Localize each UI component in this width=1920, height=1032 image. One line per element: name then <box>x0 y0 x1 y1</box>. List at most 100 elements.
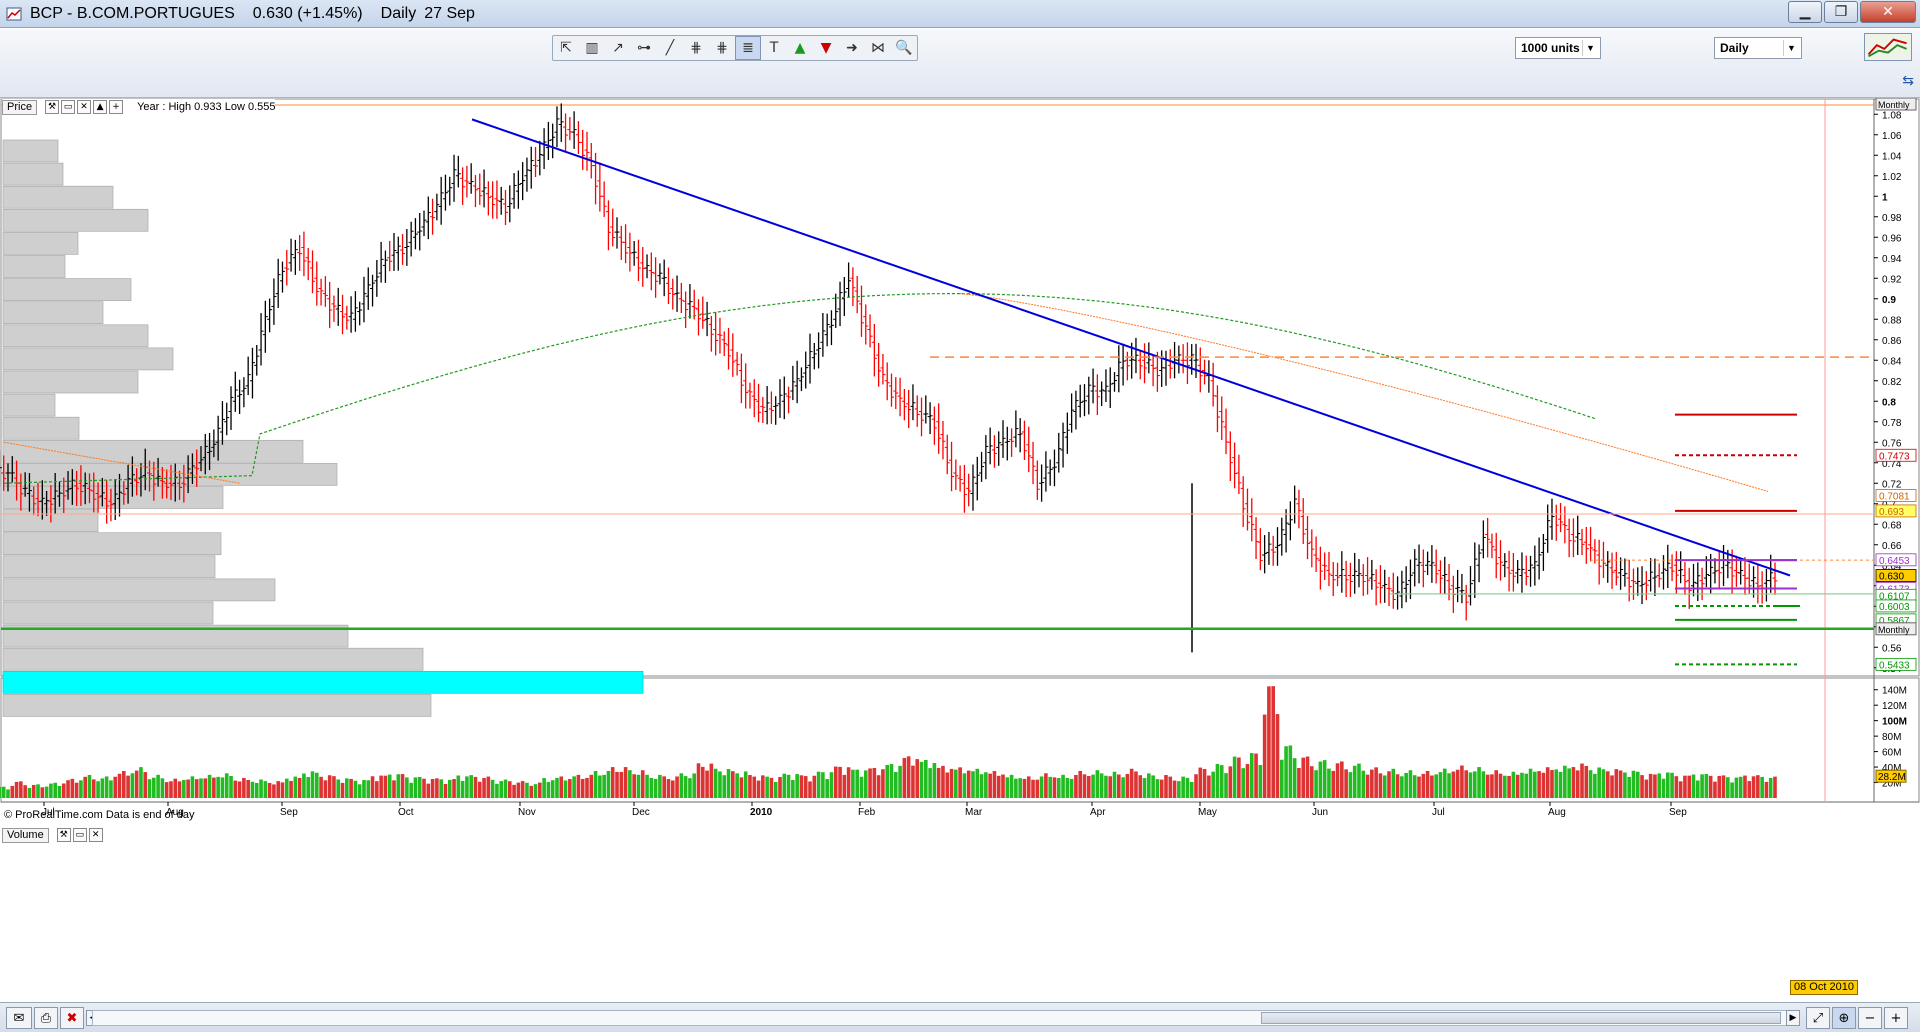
volume-bar <box>876 775 881 798</box>
volume-bar <box>842 774 847 798</box>
price-bar <box>820 312 826 357</box>
price-bar <box>661 259 667 297</box>
timeframe-select[interactable]: Daily ▼ <box>1714 37 1802 59</box>
volume-bar <box>426 783 431 798</box>
horizontal-line-icon[interactable]: ⊶ <box>631 36 657 60</box>
arrow-tool-icon[interactable]: ➜ <box>839 36 865 60</box>
wrench-icon[interactable]: ⚒ <box>56 828 71 842</box>
volume-bar <box>1361 770 1366 798</box>
add-icon[interactable]: + <box>109 100 124 114</box>
channel-icon[interactable]: ≣ <box>735 36 761 60</box>
price-bar <box>1240 476 1246 527</box>
price-bar <box>477 173 483 205</box>
price-bar <box>991 435 997 468</box>
zoom-fit-icon[interactable]: ⤢ <box>1806 1007 1830 1029</box>
price-bar <box>438 176 444 225</box>
scroll-right-icon[interactable]: ▶ <box>1786 1010 1800 1026</box>
close-icon[interactable]: ✕ <box>88 828 103 842</box>
volume-bar <box>954 769 958 798</box>
volume-profile-bar <box>2 324 149 348</box>
mail-icon[interactable]: ✉ <box>6 1007 32 1029</box>
close-button[interactable]: ✕ <box>1860 1 1916 23</box>
zoom-out-icon[interactable]: − <box>1858 1007 1882 1029</box>
trend-arrow-icon[interactable]: ↗ <box>605 36 631 60</box>
wrench-icon[interactable]: ⚒ <box>45 100 60 114</box>
volume-bar <box>66 780 70 798</box>
price-bar <box>807 333 813 384</box>
price-bar <box>1283 509 1289 553</box>
price-bar <box>1077 384 1083 418</box>
volume-bar <box>752 776 757 798</box>
zoom-area-icon[interactable]: ⊕ <box>1832 1007 1856 1029</box>
print-icon[interactable]: ⎙ <box>34 1007 58 1029</box>
price-tick-label: 0.76 <box>1882 438 1902 449</box>
buy-arrow-icon[interactable]: ▲ <box>787 36 813 60</box>
toolbar: ⇱ ▥ ↗ ⊶ ╱ ⋕ ⋕ ≣ T ▲ ▼ ➜ ⋈ 🔍 1000 units ▼ Daily ▼ ⇆ <box>0 29 1920 98</box>
price-bar <box>803 351 809 389</box>
price-bar <box>1502 553 1508 578</box>
pattern-icon[interactable]: ⋈ <box>865 36 891 60</box>
volume-bar <box>1447 773 1451 798</box>
price-bar <box>1639 566 1645 605</box>
chart-canvas[interactable]: 1.081.061.041.0210.980.960.940.920.90.88… <box>0 97 1920 1002</box>
volume-bar <box>212 777 216 798</box>
moving-average-orange <box>959 293 1769 492</box>
volume-bar <box>1610 775 1614 798</box>
delete-icon[interactable]: ✖ <box>60 1007 84 1029</box>
pointer-icon[interactable]: ⇱ <box>553 36 579 60</box>
volume-bar <box>1018 778 1022 798</box>
price-bar <box>1322 552 1328 581</box>
price-bar <box>1124 351 1130 381</box>
volume-bar <box>53 782 57 798</box>
volume-bar <box>134 770 139 798</box>
volume-bar <box>1408 770 1413 798</box>
price-bar <box>1094 374 1100 416</box>
price-bar <box>1630 568 1636 600</box>
scrollbar-thumb[interactable] <box>1261 1012 1781 1024</box>
volume-bar <box>387 774 392 798</box>
fan-icon[interactable]: ⋕ <box>709 36 735 60</box>
volume-bar <box>1593 773 1597 798</box>
maximize-button[interactable]: ❐ <box>1824 1 1858 23</box>
ruler-icon[interactable]: ▥ <box>579 36 605 60</box>
horizontal-scrollbar[interactable] <box>92 1010 1792 1026</box>
price-bar <box>1463 584 1469 621</box>
window-icon[interactable]: ▭ <box>72 828 87 842</box>
sell-arrow-icon[interactable]: ▼ <box>813 36 839 60</box>
volume-bar <box>1708 775 1713 798</box>
price-bar <box>485 181 491 216</box>
price-bar <box>665 267 671 305</box>
volume-bar <box>319 776 323 798</box>
price-bar <box>249 347 255 399</box>
volume-bar <box>971 771 975 798</box>
text-tool-icon[interactable]: T <box>761 36 787 60</box>
price-bar <box>1172 342 1178 379</box>
price-bar <box>1738 558 1744 585</box>
volume-bar <box>979 774 984 798</box>
trendline-icon[interactable]: ╱ <box>657 36 683 60</box>
price-bar <box>481 169 487 208</box>
price-bar <box>1352 552 1358 594</box>
price-bar <box>301 231 307 277</box>
units-select[interactable]: 1000 units ▼ <box>1515 37 1601 59</box>
fibonacci-icon[interactable]: ⋕ <box>683 36 709 60</box>
move-up-icon[interactable]: ▲ <box>93 100 108 114</box>
volume-bar <box>1125 774 1130 798</box>
volume-bar <box>606 770 611 798</box>
price-bar <box>828 310 834 346</box>
refresh-icon[interactable]: ⇆ <box>1902 73 1914 89</box>
x-tick-label: Feb <box>858 807 876 818</box>
minimize-button[interactable]: ▁ <box>1788 1 1822 23</box>
volume-bar <box>1232 756 1237 798</box>
volume-bar <box>1052 777 1057 798</box>
window-icon[interactable]: ▭ <box>61 100 76 114</box>
chart-style-icon[interactable] <box>1864 33 1912 61</box>
price-bar <box>889 373 894 407</box>
price-bar <box>430 198 436 235</box>
zoom-in-icon[interactable]: + <box>1884 1007 1908 1029</box>
volume-bar <box>242 777 246 798</box>
volume-bar <box>778 776 782 798</box>
window-date: 27 Sep <box>424 4 475 22</box>
close-icon[interactable]: ✕ <box>77 100 92 114</box>
zoom-icon[interactable]: 🔍 <box>891 36 917 60</box>
